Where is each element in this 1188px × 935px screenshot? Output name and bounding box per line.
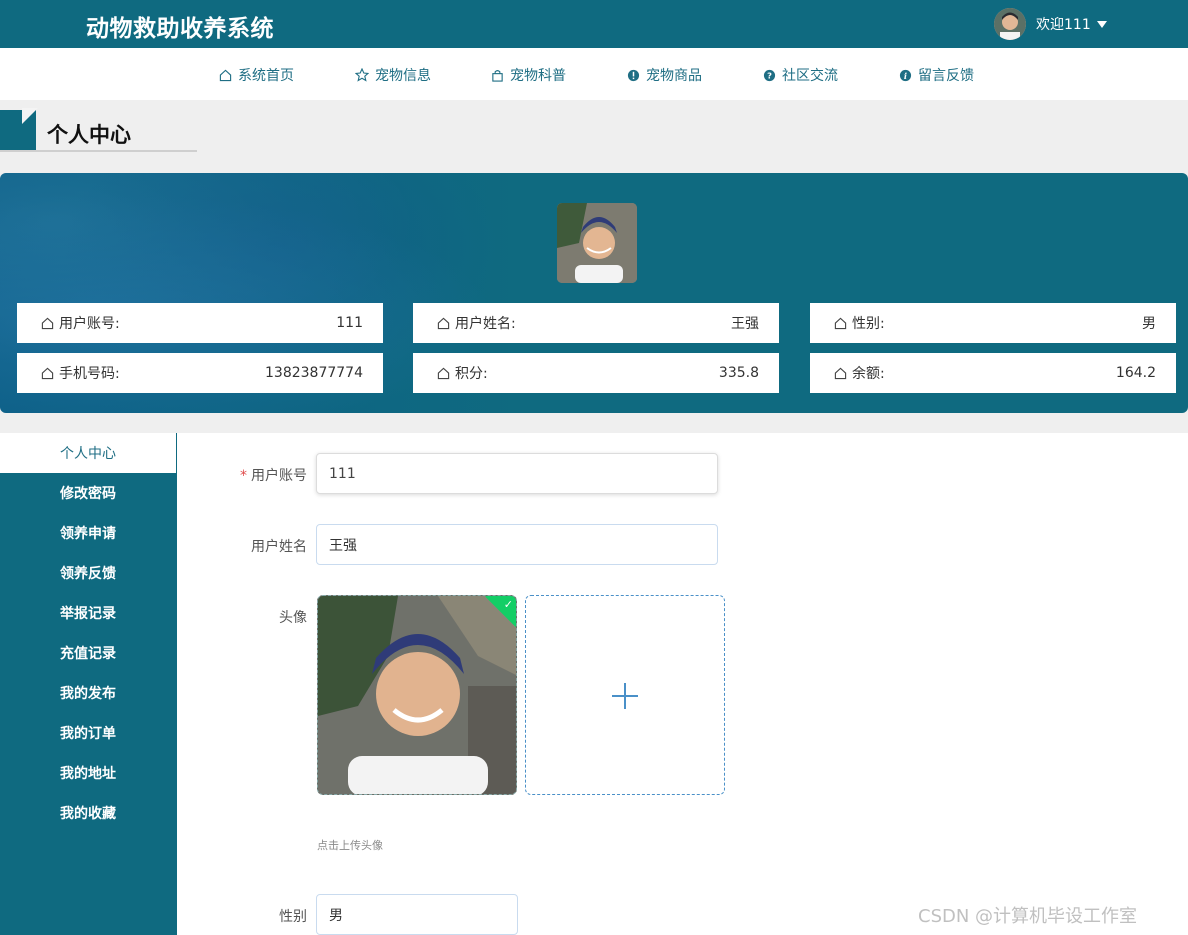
- name-label: 用户姓名: [251, 539, 307, 555]
- watermark: CSDN @计算机毕设工作室: [918, 906, 1138, 927]
- info-value: 男: [1142, 316, 1156, 332]
- side-item-my-posts[interactable]: 我的发布: [0, 673, 176, 713]
- alert-icon: [627, 69, 640, 81]
- nav-item-home[interactable]: 系统首页: [219, 65, 294, 85]
- side-item-reports[interactable]: 举报记录: [0, 593, 176, 633]
- home-icon: [834, 367, 847, 379]
- gender-label: 性别: [279, 909, 307, 925]
- bag-icon: [492, 69, 503, 82]
- info-icon: i: [899, 69, 912, 81]
- side-item-change-password[interactable]: 修改密码: [0, 473, 176, 513]
- nav-label: 系统首页: [238, 68, 294, 84]
- nav-label: 宠物科普: [510, 68, 566, 84]
- home-icon: [834, 317, 847, 329]
- home-icon: [219, 69, 232, 81]
- nav-item-community[interactable]: ? 社区交流: [763, 65, 838, 85]
- info-value: 111: [336, 315, 363, 331]
- nav-item-feedback[interactable]: i 留言反馈: [899, 65, 974, 85]
- main-nav: 系统首页 宠物信息 宠物科普 宠物商品 ? 社区交流 i 留言反馈: [0, 48, 1188, 100]
- check-icon: ✓: [503, 598, 513, 611]
- app-title: 动物救助收养系统: [86, 16, 274, 42]
- nav-item-pet-science[interactable]: 宠物科普: [491, 65, 566, 85]
- gender-value: 男: [329, 907, 343, 924]
- info-label: 积分:: [455, 366, 488, 382]
- user-menu[interactable]: 欢迎111: [994, 7, 1107, 41]
- nav-label: 留言反馈: [918, 68, 974, 84]
- info-value: 164.2: [1115, 365, 1156, 381]
- nav-label: 宠物商品: [646, 68, 702, 84]
- side-item-favorites[interactable]: 我的收藏: [0, 793, 176, 833]
- side-item-profile[interactable]: 个人中心: [0, 433, 176, 473]
- side-item-my-address[interactable]: 我的地址: [0, 753, 176, 793]
- plus-icon-vertical: [624, 683, 626, 709]
- info-value: 335.8: [718, 365, 759, 381]
- profile-card: 用户账号: 111 用户姓名: 王强 性别: 男 手机号码: 138238777…: [0, 173, 1188, 413]
- account-label: * 用户账号: [207, 465, 307, 485]
- account-label-text: 用户账号: [251, 468, 307, 484]
- info-label: 手机号码:: [59, 366, 120, 382]
- avatar-label: 头像: [279, 610, 307, 626]
- info-label: 性别:: [852, 316, 885, 332]
- title-underline: [0, 150, 197, 152]
- name-input[interactable]: 王强: [316, 524, 718, 565]
- side-item-recharge[interactable]: 充值记录: [0, 633, 176, 673]
- upload-avatar-button[interactable]: [525, 595, 725, 795]
- home-icon: [41, 317, 54, 329]
- info-value: 13823877774: [265, 365, 363, 381]
- question-icon: ?: [763, 69, 776, 81]
- svg-text:?: ?: [767, 70, 772, 80]
- page-title: 个人中心: [47, 123, 131, 147]
- profile-avatar: [557, 203, 637, 283]
- account-input[interactable]: 111: [316, 453, 718, 494]
- user-avatar: [994, 8, 1026, 40]
- nav-item-pet-goods[interactable]: 宠物商品: [627, 65, 702, 85]
- welcome-text: 欢迎111: [1036, 17, 1091, 33]
- side-item-my-orders[interactable]: 我的订单: [0, 713, 176, 753]
- title-fold-decoration: [22, 108, 38, 124]
- home-icon: [41, 367, 54, 379]
- account-value: 111: [329, 465, 356, 482]
- gender-input[interactable]: 男: [316, 894, 518, 935]
- info-name: 用户姓名: 王强: [413, 303, 779, 343]
- nav-label: 社区交流: [782, 68, 838, 84]
- home-icon: [437, 317, 450, 329]
- info-points: 积分: 335.8: [413, 353, 779, 393]
- caret-down-icon: [1096, 20, 1107, 28]
- required-mark: *: [240, 468, 247, 484]
- uploaded-avatar[interactable]: ✓: [317, 595, 517, 795]
- top-header: 动物救助收养系统 欢迎111: [0, 0, 1188, 48]
- info-account: 用户账号: 111: [17, 303, 383, 343]
- home-icon: [437, 367, 450, 379]
- star-icon: [355, 68, 369, 82]
- info-label: 用户姓名:: [455, 316, 516, 332]
- info-value: 王强: [731, 316, 759, 332]
- info-gender: 性别: 男: [810, 303, 1176, 343]
- upload-hint: 点击上传头像: [317, 839, 383, 852]
- svg-text:i: i: [904, 70, 907, 80]
- side-item-adoption-apply[interactable]: 领养申请: [0, 513, 176, 553]
- info-label: 用户账号:: [59, 316, 120, 332]
- nav-label: 宠物信息: [375, 68, 431, 84]
- name-value: 王强: [329, 537, 357, 554]
- info-phone: 手机号码: 13823877774: [17, 353, 383, 393]
- avatar-photo: [318, 596, 516, 794]
- side-menu: 个人中心 修改密码 领养申请 领养反馈 举报记录 充值记录 我的发布 我的订单 …: [0, 433, 177, 935]
- side-item-adoption-feedback[interactable]: 领养反馈: [0, 553, 176, 593]
- page-title-block: 个人中心: [0, 108, 200, 154]
- nav-item-pet-info[interactable]: 宠物信息: [355, 65, 431, 85]
- info-balance: 余额: 164.2: [810, 353, 1176, 393]
- info-label: 余额:: [852, 366, 885, 382]
